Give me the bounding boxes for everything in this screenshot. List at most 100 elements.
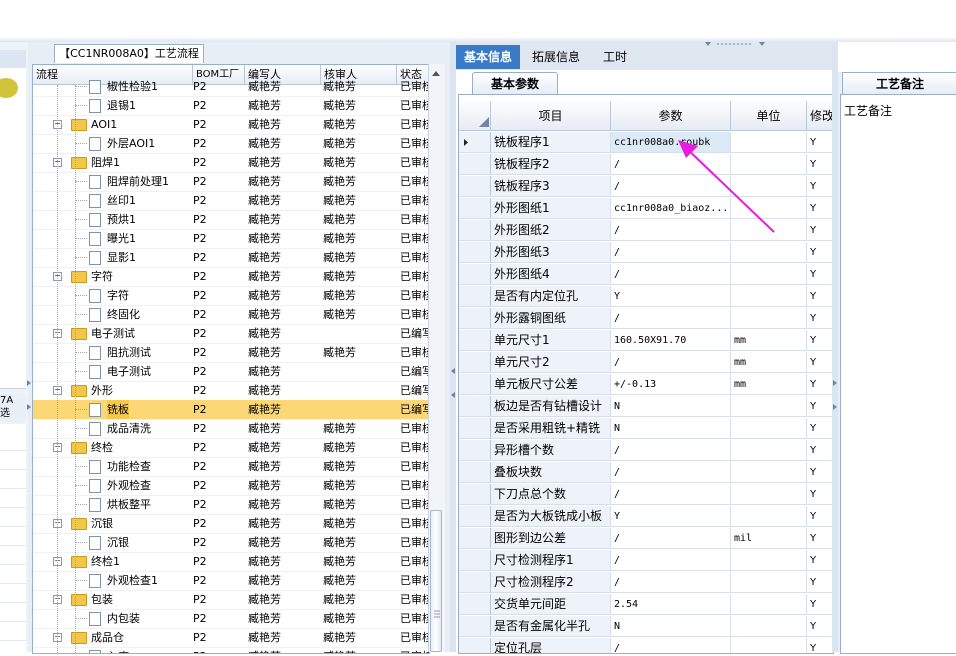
tree-item-row[interactable]: 预烘1 P2 臧艳芳 臧艳芳 已审核	[33, 210, 429, 230]
param-row[interactable]: 异形槽个数 / Y	[459, 440, 833, 462]
row-indicator[interactable]	[459, 572, 491, 593]
param-modify-cell[interactable]: Y	[807, 462, 833, 483]
process-flow-tree[interactable]: 流程 BOM工厂 编写人 核审人 状态 椒性检验1P2臧艳芳臧艳芳已审核退锡1P…	[32, 64, 430, 654]
tree-item-row[interactable]: 外层AOI1 P2 臧艳芳 臧艳芳 已审核	[33, 134, 429, 154]
param-modify-cell[interactable]: Y	[807, 242, 833, 263]
tree-item-row[interactable]: 电子测试 P2 臧艳芳 已编写	[33, 362, 429, 382]
param-value-cell[interactable]: 160.50X91.70	[611, 330, 731, 351]
param-modify-cell[interactable]: Y	[807, 528, 833, 549]
param-value-cell[interactable]: 2.54	[611, 594, 731, 615]
tab-hours[interactable]: 工时	[592, 45, 638, 69]
collapse-handle-icon[interactable]	[705, 38, 765, 46]
param-row[interactable]: 叠板块数 / Y	[459, 462, 833, 484]
param-value-cell[interactable]: /	[611, 528, 731, 549]
param-modify-cell[interactable]: Y	[807, 198, 833, 219]
param-unit-cell[interactable]	[731, 440, 807, 461]
param-modify-cell[interactable]: Y	[807, 352, 833, 373]
tree-item-row[interactable]: 内包装 P2 臧艳芳 臧艳芳 已审核	[33, 609, 429, 629]
param-unit-cell[interactable]: mil	[731, 528, 807, 549]
param-value-cell[interactable]: /	[611, 264, 731, 285]
remark-body[interactable]	[840, 94, 956, 654]
param-unit-cell[interactable]: mm	[731, 374, 807, 395]
row-indicator[interactable]	[459, 264, 491, 285]
param-unit-cell[interactable]: mm	[731, 352, 807, 373]
param-unit-cell[interactable]	[731, 572, 807, 593]
param-value-cell[interactable]: Y	[611, 506, 731, 527]
tree-folder-row[interactable]: −终检P2臧艳芳臧艳芳已审核	[33, 438, 429, 458]
tree-item-row[interactable]: 显影1 P2 臧艳芳 臧艳芳 已审核	[33, 248, 429, 268]
param-value-cell[interactable]: /	[611, 308, 731, 329]
tree-item-row[interactable]: 字符 P2 臧艳芳 臧艳芳 已审核	[33, 286, 429, 306]
param-modify-cell[interactable]: Y	[807, 308, 833, 329]
tree-folder-row[interactable]: −阻焊1P2臧艳芳臧艳芳已审核	[33, 153, 429, 173]
tree-item-row[interactable]: 曝光1 P2 臧艳芳 臧艳芳 已审核	[33, 229, 429, 249]
row-indicator[interactable]	[459, 242, 491, 263]
param-unit-cell[interactable]	[731, 462, 807, 483]
column-header-modify[interactable]: 修改	[807, 101, 833, 131]
param-row[interactable]: 是否为大板铣成小板 Y Y	[459, 506, 833, 528]
subtab-basic-params[interactable]: 基本参数	[472, 72, 558, 95]
column-header-unit[interactable]: 单位	[731, 101, 807, 131]
param-value-cell[interactable]: N	[611, 616, 731, 637]
tree-item-row[interactable]: 退锡1 P2 臧艳芳 臧艳芳 已审核	[33, 96, 429, 116]
param-unit-cell[interactable]	[731, 418, 807, 439]
scroll-up-icon[interactable]	[428, 66, 444, 80]
tree-item-row[interactable]: 外观检查 P2 臧艳芳 臧艳芳 已审核	[33, 476, 429, 496]
param-unit-cell[interactable]	[731, 242, 807, 263]
param-row[interactable]: 尺寸检测程序1/ Y	[459, 550, 833, 572]
param-value-cell[interactable]: /	[611, 352, 731, 373]
param-modify-cell[interactable]: Y	[807, 374, 833, 395]
param-modify-cell[interactable]: Y	[807, 396, 833, 417]
param-unit-cell[interactable]	[731, 484, 807, 505]
tree-folder-row[interactable]: −字符P2臧艳芳臧艳芳已审核	[33, 267, 429, 287]
tree-item-row[interactable]: 功能检查 P2 臧艳芳 臧艳芳 已审核	[33, 457, 429, 477]
panel-splitter[interactable]	[450, 42, 456, 652]
param-row[interactable]: 外形图纸3/ Y	[459, 242, 833, 264]
param-modify-cell[interactable]: Y	[807, 440, 833, 461]
param-unit-cell[interactable]	[731, 286, 807, 307]
param-value-cell[interactable]: /	[611, 572, 731, 593]
param-unit-cell[interactable]	[731, 264, 807, 285]
param-unit-cell[interactable]	[731, 308, 807, 329]
row-indicator[interactable]	[459, 396, 491, 417]
param-modify-cell[interactable]: Y	[807, 594, 833, 615]
param-modify-cell[interactable]: Y	[807, 176, 833, 197]
tree-item-row[interactable]: 铣板 P2 臧艳芳 已编写	[33, 400, 429, 420]
tree-item-row[interactable]: 烘板整平 P2 臧艳芳 臧艳芳 已审核	[33, 495, 429, 515]
param-value-cell[interactable]: /	[611, 484, 731, 505]
column-header-param[interactable]: 参数	[611, 101, 731, 131]
param-row[interactable]: 外形图纸4/ Y	[459, 264, 833, 286]
param-modify-cell[interactable]: Y	[807, 264, 833, 285]
param-modify-cell[interactable]: Y	[807, 484, 833, 505]
row-indicator[interactable]	[459, 198, 491, 219]
row-indicator[interactable]	[459, 616, 491, 637]
param-value-cell[interactable]: /	[611, 242, 731, 263]
grip-mid-icon[interactable]	[451, 368, 455, 398]
tree-item-row[interactable]: 外观检查1 P2 臧艳芳 臧艳芳 已审核	[33, 571, 429, 591]
tree-item-row[interactable]: 阻焊前处理1 P2 臧艳芳 臧艳芳 已审核	[33, 172, 429, 192]
param-modify-cell[interactable]: Y	[807, 154, 833, 175]
row-indicator[interactable]	[459, 308, 491, 329]
grip-right-icon[interactable]	[833, 380, 837, 410]
row-indicator[interactable]	[459, 330, 491, 351]
param-row[interactable]: 板边是否有钻槽设计 N Y	[459, 396, 833, 418]
tree-item-row[interactable]: 阻抗测试 P2 臧艳芳 臧艳芳 已审核	[33, 343, 429, 363]
param-value-cell[interactable]: +/-0.13	[611, 374, 731, 395]
tab-process-remarks[interactable]: 工艺备注	[842, 72, 956, 95]
tree-item-row[interactable]: 成品清洗 P2 臧艳芳 臧艳芳 已审核	[33, 419, 429, 439]
column-header-item[interactable]: 项目	[491, 101, 611, 131]
row-indicator[interactable]	[459, 506, 491, 527]
param-row[interactable]: 外形露铜图纸 / Y	[459, 308, 833, 330]
param-unit-cell[interactable]	[731, 594, 807, 615]
row-indicator[interactable]	[459, 484, 491, 505]
grip-left-icon[interactable]	[27, 380, 31, 410]
param-unit-cell[interactable]	[731, 396, 807, 417]
param-row[interactable]: 尺寸检测程序2/ Y	[459, 572, 833, 594]
param-row[interactable]: 单元尺寸2/mm Y	[459, 352, 833, 374]
param-modify-cell[interactable]: Y	[807, 132, 833, 153]
row-indicator[interactable]	[459, 528, 491, 549]
tree-folder-row[interactable]: −包装P2臧艳芳臧艳芳已审核	[33, 590, 429, 610]
tree-folder-row[interactable]: −沉银P2臧艳芳臧艳芳已审核	[33, 514, 429, 534]
param-modify-cell[interactable]: Y	[807, 550, 833, 571]
tree-folder-row[interactable]: −AOI1P2臧艳芳臧艳芳已审核	[33, 115, 429, 135]
